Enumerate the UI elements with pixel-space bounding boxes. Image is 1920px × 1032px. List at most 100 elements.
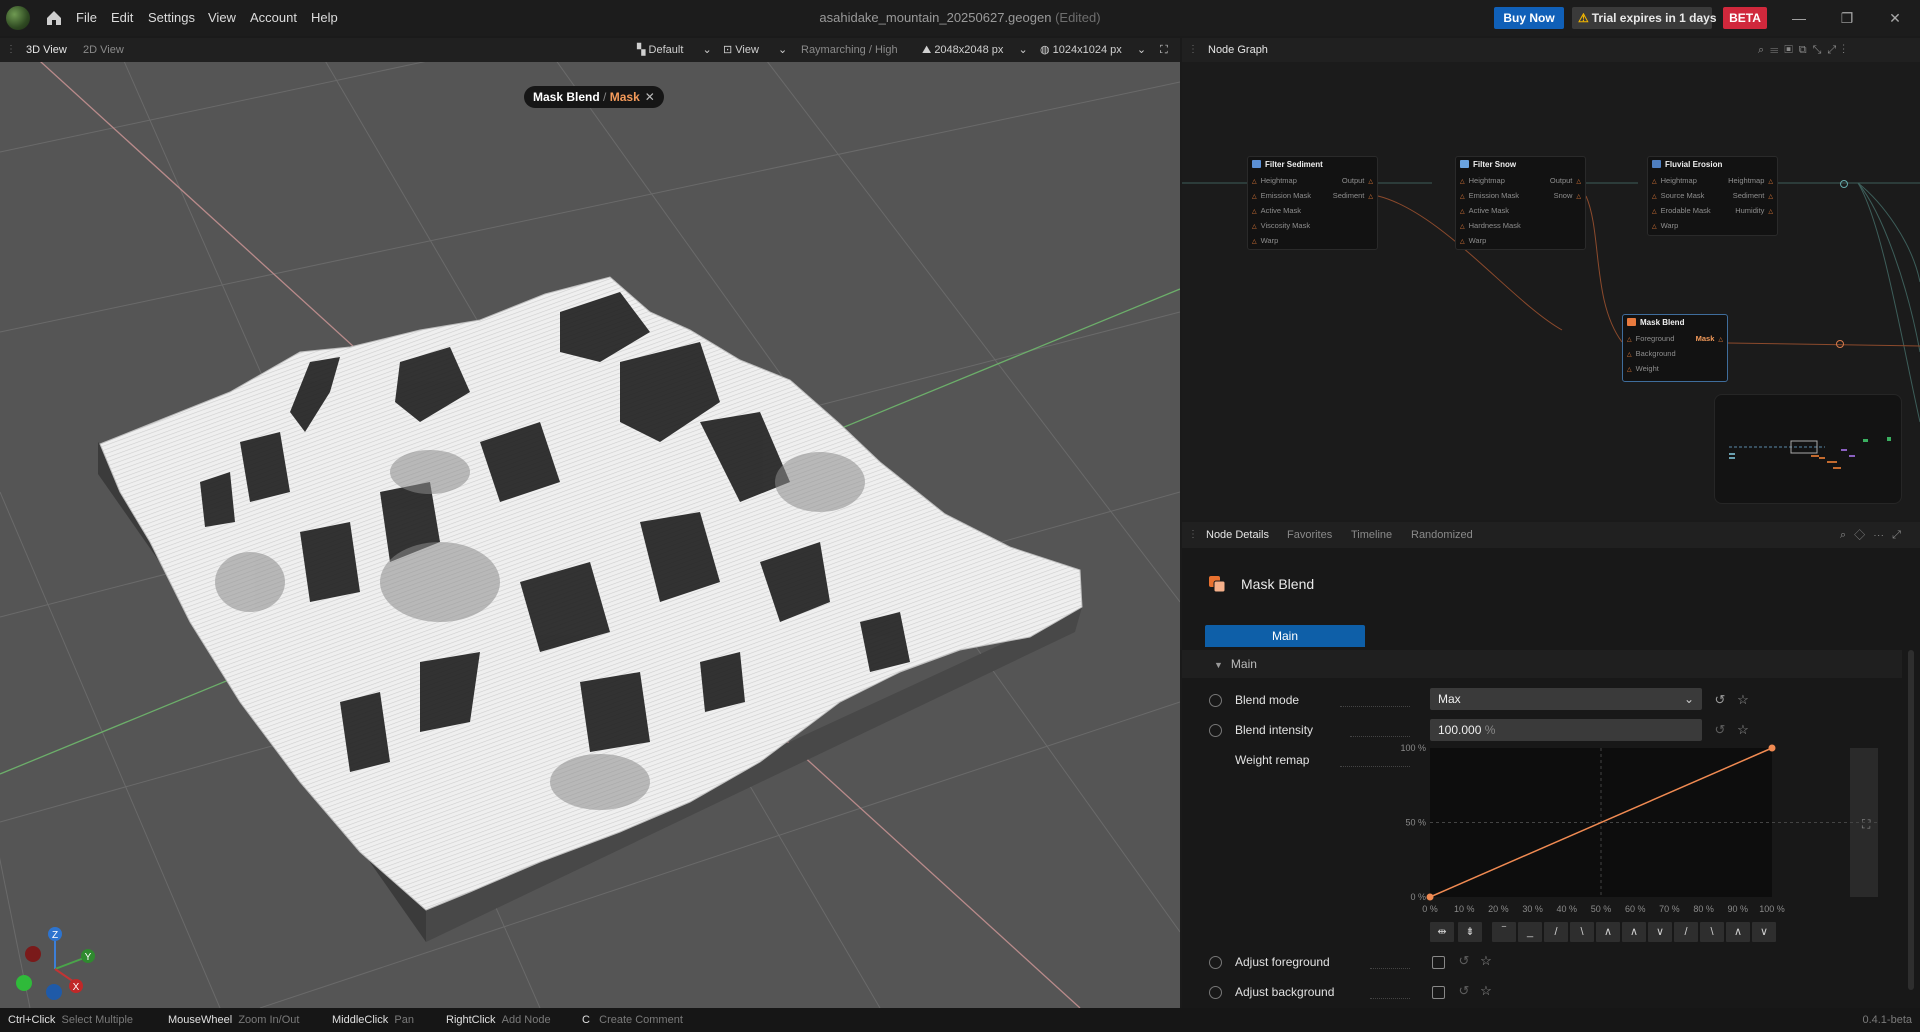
fullscreen-icon[interactable]: ⛶ [1160, 38, 1168, 62]
node-filter-sediment[interactable]: Filter Sediment △ Heightmap Output △ △ Emiss… [1247, 156, 1378, 250]
curve-preset-button[interactable]: ∧ [1622, 922, 1646, 942]
reset-icon[interactable]: ↺ [1456, 983, 1472, 999]
axis-gizmo[interactable]: Z Y X [10, 914, 100, 1004]
blend-intensity-override-radio[interactable] [1209, 724, 1222, 737]
weight-remap-label: Weight remap [1235, 753, 1310, 767]
menu-file[interactable]: File [76, 0, 97, 36]
adjust-background-override-radio[interactable] [1209, 986, 1222, 999]
beta-badge: BETA [1723, 7, 1767, 29]
close-icon[interactable]: ✕ [645, 90, 655, 104]
restore-button[interactable]: ❐ [1824, 0, 1870, 36]
curve-preset-button[interactable]: ∨ [1752, 922, 1776, 942]
neg-y-axis-handle[interactable] [16, 975, 32, 991]
minimize-button[interactable]: — [1776, 0, 1822, 36]
curve-preset-button[interactable]: _ [1518, 922, 1542, 942]
hint-pan: MiddleClick Pan [332, 1014, 414, 1026]
tab-node-details[interactable]: Node Details [1206, 522, 1269, 548]
graph-minimap[interactable] [1714, 394, 1902, 504]
x-tick-label: 80 % [1693, 904, 1714, 914]
curve-preset-button[interactable]: ∨ [1648, 922, 1672, 942]
curve-control-point[interactable] [1768, 744, 1776, 752]
drag-handle-icon[interactable]: ⋮ [6, 44, 16, 56]
graph-tool-icons[interactable]: ⌕☰▣⧉⤡⤢⋮ [1758, 38, 1851, 62]
curve-preset-button[interactable]: \ [1700, 922, 1724, 942]
y-tick-label: 0 % [1410, 892, 1426, 902]
preset-dropdown[interactable]: ▚ Default ⌄ [637, 38, 712, 62]
status-bar: Ctrl+Click Select Multiple MouseWheel Zo… [0, 1008, 1920, 1032]
curve-preset-button[interactable]: / [1674, 922, 1698, 942]
expand-icon[interactable]: ⛶ [1861, 817, 1871, 831]
terrain-render [0, 62, 1180, 1008]
viewport-3d[interactable]: Z Y X [0, 62, 1180, 1008]
drag-handle-icon[interactable]: ⋮ [1188, 44, 1198, 56]
menu-help[interactable]: Help [311, 0, 338, 36]
tab-2d-view[interactable]: 2D View [83, 38, 124, 62]
favorite-star-icon[interactable]: ☆ [1735, 692, 1751, 708]
menu-edit[interactable]: Edit [111, 0, 133, 36]
x-tick-label: 40 % [1557, 904, 1578, 914]
tab-favorites[interactable]: Favorites [1287, 522, 1332, 548]
weight-remap-curve-editor[interactable]: ⛶ 100 % 50 % 0 % 0 % 10 % 20 % 30 % 40 % 50 % 60… [1400, 742, 1880, 922]
adjust-foreground-checkbox[interactable] [1432, 956, 1445, 969]
mask-blend-icon [1208, 575, 1226, 593]
close-button[interactable]: ✕ [1872, 0, 1918, 36]
node-fluvial-erosion[interactable]: Fluvial Erosion △ Heightmap Heightmap △ △ So… [1647, 156, 1778, 236]
tab-timeline[interactable]: Timeline [1351, 522, 1392, 548]
drag-handle-icon[interactable]: ⋮ [1188, 529, 1198, 541]
favorite-star-icon[interactable]: ☆ [1478, 983, 1494, 999]
blend-mode-select[interactable]: Max ⌄ [1430, 688, 1702, 710]
curve-preset-button[interactable]: \ [1570, 922, 1594, 942]
details-scrollbar[interactable] [1908, 650, 1914, 990]
divider [1370, 968, 1410, 969]
display-resolution-dropdown[interactable]: ◍ 1024x1024 px ⌄ [1040, 38, 1146, 62]
node-mask-blend[interactable]: Mask Blend △ Foreground Mask △ △ Background … [1622, 314, 1728, 382]
viewport-toolbar: ⋮ 3D View 2D View ▚ Default ⌄ ⊡ View ⌄ R… [0, 38, 1180, 62]
render-mode-label[interactable]: Raymarching / High [801, 38, 898, 62]
x-tick-label: 0 % [1422, 904, 1438, 914]
curve-preset-button[interactable]: ∧ [1596, 922, 1620, 942]
curve-preset-button[interactable]: ∧ [1726, 922, 1750, 942]
node-details-toolbar: ⋮ Node Details Favorites Timeline Random… [1182, 522, 1920, 548]
neg-x-axis-handle[interactable] [25, 946, 41, 962]
reset-icon[interactable]: ↺ [1712, 722, 1728, 738]
hint-zoom: MouseWheel Zoom In/Out [168, 1014, 300, 1026]
favorite-star-icon[interactable]: ☆ [1478, 953, 1494, 969]
filter-icon [1252, 160, 1261, 168]
resolution-dropdown[interactable]: ⛰ 2048x2048 px ⌄ [922, 38, 1028, 62]
curve-preset-toolbar: ⇹ ⇟ ‾ _ / \ ∧ ∧ ∨ / \ ∧ ∨ [1430, 922, 1880, 944]
globe-icon: ◍ [1040, 44, 1050, 56]
home-icon[interactable] [44, 8, 64, 28]
tab-main[interactable]: Main [1205, 625, 1365, 647]
curve-preset-button[interactable]: ⇹ [1430, 922, 1454, 942]
chevron-down-icon: ⌄ [1136, 44, 1147, 56]
menu-settings[interactable]: Settings [148, 0, 195, 36]
section-main-header[interactable]: ▼ Main [1182, 650, 1902, 678]
reset-icon[interactable]: ↺ [1712, 692, 1728, 708]
chevron-down-icon: ⌄ [702, 44, 712, 56]
camera-icon: ⊡ [723, 44, 733, 56]
x-tick-label: 10 % [1454, 904, 1475, 914]
curve-preset-button[interactable]: ⇟ [1458, 922, 1482, 942]
node-filter-snow[interactable]: Filter Snow △ Heightmap Output △ △ Emission … [1455, 156, 1586, 250]
favorite-star-icon[interactable]: ☆ [1735, 722, 1751, 738]
neg-z-axis-handle[interactable] [46, 984, 62, 1000]
adjust-foreground-override-radio[interactable] [1209, 956, 1222, 969]
adjust-background-label: Adjust background [1235, 985, 1335, 999]
reset-icon[interactable]: ↺ [1456, 953, 1472, 969]
adjust-background-checkbox[interactable] [1432, 986, 1445, 999]
tab-randomized[interactable]: Randomized [1411, 522, 1473, 548]
view-dropdown[interactable]: ⊡ View ⌄ [723, 38, 787, 62]
details-tool-icons[interactable]: ⌕◇⋯⤢ [1840, 522, 1909, 548]
curve-preset-button[interactable]: ‾ [1492, 922, 1516, 942]
menu-account[interactable]: Account [250, 0, 297, 36]
curve-control-point[interactable] [1426, 893, 1434, 901]
menu-view[interactable]: View [208, 0, 236, 36]
curve-preset-button[interactable]: / [1544, 922, 1568, 942]
blend-mode-override-radio[interactable] [1209, 694, 1222, 707]
blend-intensity-input[interactable]: 100.000 % [1430, 719, 1702, 741]
warning-icon: ⚠ [1578, 11, 1589, 25]
tab-3d-view[interactable]: 3D View [26, 38, 67, 62]
y-tick-label: 100 % [1400, 743, 1426, 753]
buy-now-button[interactable]: Buy Now [1494, 7, 1564, 29]
x-tick-label: 70 % [1659, 904, 1680, 914]
